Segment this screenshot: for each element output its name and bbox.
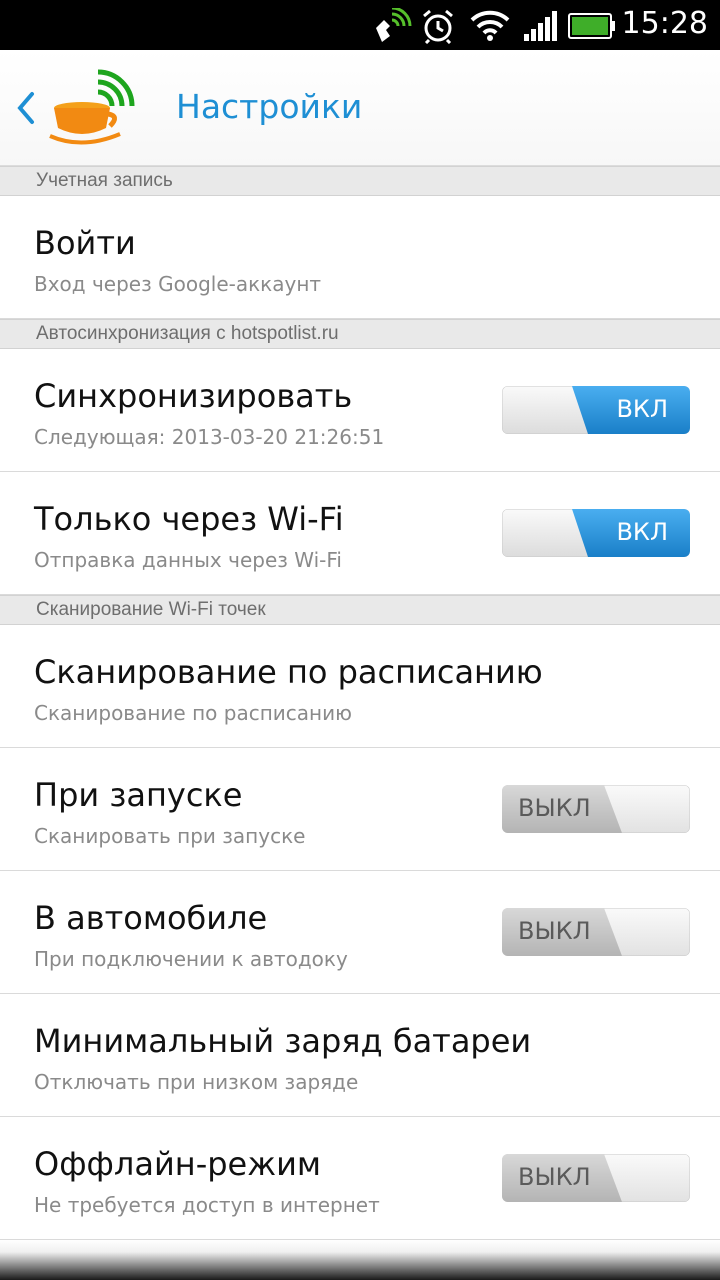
setting-subtitle: При подключении к автодоку: [34, 947, 348, 971]
section-header-label: Автосинхронизация с hotspotlist.ru: [36, 323, 339, 344]
setting-title: Войти: [34, 224, 136, 262]
wifi-icon: [470, 10, 510, 46]
toggle-label: ВКЛ: [616, 395, 668, 423]
toggle-label: ВКЛ: [616, 518, 668, 546]
status-bar: 15:28: [0, 0, 720, 50]
section-header-wifi-scan: Сканирование Wi-Fi точек: [0, 595, 720, 625]
section-header-label: Учетная запись: [36, 170, 173, 191]
signal-icon: [522, 10, 558, 46]
offline-toggle[interactable]: ВЫКЛ: [502, 1154, 690, 1202]
section-header-account: Учетная запись: [0, 166, 720, 196]
setting-subtitle: Отключать при низком заряде: [34, 1070, 359, 1094]
toggle-label: ВЫКЛ: [518, 794, 591, 822]
setting-title: В автомобиле: [34, 899, 268, 937]
action-bar: Настройки: [0, 50, 720, 166]
coffee-cup-wifi-icon[interactable]: [46, 62, 138, 150]
setting-subtitle: Сканировать при запуске: [34, 824, 306, 848]
on-start-toggle[interactable]: ВЫКЛ: [502, 785, 690, 833]
setting-sync[interactable]: Синхронизировать Следующая: 2013-03-20 2…: [0, 349, 720, 472]
satellite-phone-icon: [372, 6, 412, 48]
sync-toggle[interactable]: ВКЛ: [502, 386, 690, 434]
section-header-label: Сканирование Wi-Fi точек: [36, 599, 266, 620]
setting-title: Синхронизировать: [34, 377, 353, 415]
setting-in-car[interactable]: В автомобиле При подключении к автодоку …: [0, 871, 720, 994]
status-time: 15:28: [621, 6, 708, 41]
setting-offline[interactable]: Оффлайн-режим Не требуется доступ в инте…: [0, 1117, 720, 1240]
setting-login[interactable]: Войти Вход через Google-аккаунт: [0, 196, 720, 319]
chevron-left-icon[interactable]: [10, 88, 44, 128]
setting-title: При запуске: [34, 776, 243, 814]
page-title: Настройки: [176, 87, 363, 126]
alarm-clock-icon: [420, 8, 456, 48]
setting-wifi-only[interactable]: Только через Wi-Fi Отправка данных через…: [0, 472, 720, 595]
in-car-toggle[interactable]: ВЫКЛ: [502, 908, 690, 956]
setting-subtitle: Сканирование по расписанию: [34, 701, 352, 725]
setting-subtitle: Вход через Google-аккаунт: [34, 272, 322, 296]
setting-scheduled-scan[interactable]: Сканирование по расписанию Сканирование …: [0, 625, 720, 748]
setting-title: Сканирование по расписанию: [34, 653, 543, 691]
toggle-label: ВЫКЛ: [518, 917, 591, 945]
setting-title: Минимальный заряд батареи: [34, 1022, 532, 1060]
setting-subtitle: Отправка данных через Wi-Fi: [34, 548, 342, 572]
section-header-autosync: Автосинхронизация с hotspotlist.ru: [0, 319, 720, 349]
setting-on-start[interactable]: При запуске Сканировать при запуске ВЫКЛ: [0, 748, 720, 871]
wifi-only-toggle[interactable]: ВКЛ: [502, 509, 690, 557]
toggle-label: ВЫКЛ: [518, 1163, 591, 1191]
setting-title: Оффлайн-режим: [34, 1145, 321, 1183]
setting-subtitle: Не требуется доступ в интернет: [34, 1193, 380, 1217]
list-bottom-fade: [0, 1240, 720, 1280]
setting-min-battery[interactable]: Минимальный заряд батареи Отключать при …: [0, 994, 720, 1117]
setting-title: Только через Wi-Fi: [34, 500, 344, 538]
setting-subtitle: Следующая: 2013-03-20 21:26:51: [34, 425, 385, 449]
battery-icon: [568, 12, 616, 44]
